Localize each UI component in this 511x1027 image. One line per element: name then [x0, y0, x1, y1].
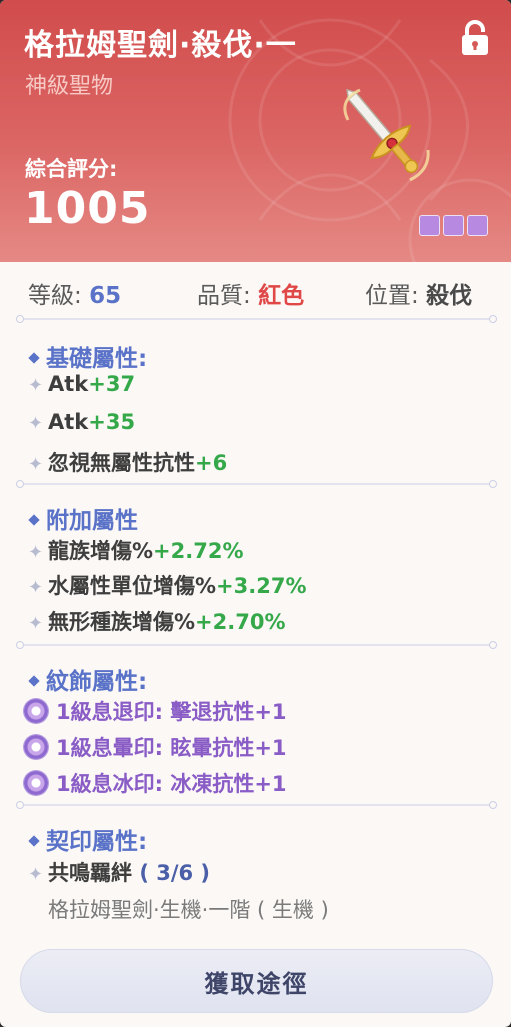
pattern-attribute-row: 1級息冰印: 冰凍抗性+1: [24, 768, 287, 798]
position-label: 位置:: [365, 283, 427, 309]
level-label: 等級:: [28, 283, 90, 309]
position-info: 位置: 殺伐: [365, 276, 472, 310]
pattern-attributes-title: 紋飾屬性:: [28, 662, 147, 696]
base-attributes-title: 基礎屬性:: [28, 339, 147, 373]
sparkle-icon: ✦: [28, 613, 44, 634]
item-header: 格拉姆聖劍·殺伐·一 神級聖物 綜合評分: 1005: [0, 0, 511, 262]
socket-slot: [443, 215, 464, 236]
extra-attribute-row: ✦ 水屬性單位增傷%+3.27%: [28, 574, 307, 598]
socket-slot: [467, 215, 488, 236]
pattern-attribute-row: 1級息暈印: 眩暈抗性+1: [24, 732, 287, 762]
seal-attributes-title: 契印屬性:: [28, 822, 147, 856]
resonance-count: ( 3/6 ): [139, 861, 211, 885]
resonance-row: ✦ 共鳴羈絆 ( 3/6 ): [28, 861, 211, 885]
score-value: 1005: [24, 183, 151, 234]
sparkle-icon: ✦: [28, 864, 44, 885]
level-info: 等級: 65: [28, 276, 121, 310]
item-grade: 神級聖物: [25, 74, 114, 99]
rune-gem-icon: [24, 735, 48, 759]
sparkle-icon: ✦: [28, 577, 44, 598]
resonance-detail: 格拉姆聖劍·生機·一階 ( 生機 ): [48, 898, 329, 922]
base-attribute-row: ✦ 忽視無屬性抗性+6: [28, 451, 228, 475]
lock-icon[interactable]: [458, 19, 492, 57]
base-attribute-row: ✦ Atk+35: [28, 410, 136, 434]
quality-label: 品質:: [197, 283, 259, 309]
quality-value: 紅色: [258, 283, 305, 309]
divider: [16, 801, 497, 809]
rune-gem-icon: [24, 771, 48, 795]
divider: [16, 641, 497, 649]
base-attribute-row: ✦ Atk+37: [28, 372, 136, 396]
divider: [16, 315, 497, 323]
socket-slots: [419, 215, 488, 237]
sparkle-icon: ✦: [28, 375, 44, 396]
score-label: 綜合評分:: [25, 157, 118, 181]
item-detail-card: 格拉姆聖劍·殺伐·一 神級聖物 綜合評分: 1005 等級: 65 品質: 紅色…: [0, 0, 511, 1027]
position-value: 殺伐: [426, 283, 473, 309]
sparkle-icon: ✦: [28, 413, 44, 434]
extra-attribute-row: ✦ 無形種族增傷%+2.70%: [28, 610, 286, 634]
quality-info: 品質: 紅色: [197, 276, 304, 310]
rune-gem-icon: [24, 699, 48, 723]
diamond-icon: [28, 675, 40, 687]
sparkle-icon: ✦: [28, 542, 44, 563]
extra-attribute-row: ✦ 龍族增傷%+2.72%: [28, 539, 244, 563]
sword-icon: [343, 88, 430, 182]
diamond-icon: [28, 835, 40, 847]
pattern-attribute-row: 1級息退印: 擊退抗性+1: [24, 696, 287, 726]
divider: [16, 480, 497, 488]
sparkle-icon: ✦: [28, 454, 44, 475]
diamond-icon: [28, 514, 40, 526]
socket-slot: [419, 215, 440, 236]
extra-attributes-title: 附加屬性: [28, 501, 138, 535]
diamond-icon: [28, 352, 40, 364]
acquire-path-button[interactable]: 獲取途徑: [20, 949, 493, 1013]
level-value: 65: [89, 283, 122, 309]
item-title: 格拉姆聖劍·殺伐·一: [24, 28, 297, 63]
